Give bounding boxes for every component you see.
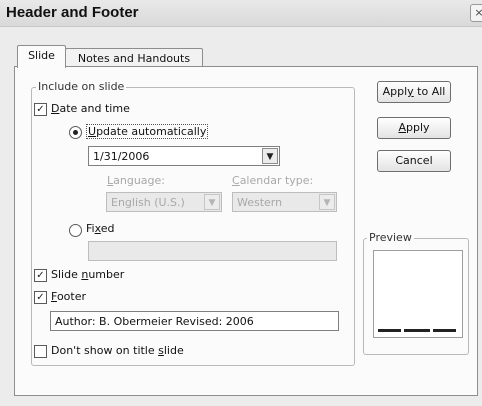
header-footer-dialog: Header and Footer × Slide Notes and Hand… bbox=[0, 0, 482, 406]
dont-show-on-title-slide-label: Don't show on title slide bbox=[51, 344, 184, 357]
checkmark-icon: ✓ bbox=[36, 104, 45, 115]
chevron-down-icon[interactable]: ▼ bbox=[262, 148, 278, 164]
preview-legend: Preview bbox=[367, 231, 414, 244]
include-on-slide-legend: Include on slide bbox=[36, 80, 127, 93]
close-icon[interactable]: × bbox=[470, 4, 482, 22]
date-and-time-label: Date and time bbox=[51, 102, 130, 115]
cancel-button[interactable]: Cancel bbox=[377, 150, 451, 172]
language-label: Language: bbox=[107, 174, 166, 187]
preview-date-placeholder bbox=[378, 329, 401, 332]
title-bar: Header and Footer × bbox=[0, 0, 482, 27]
fixed-radio[interactable] bbox=[69, 224, 82, 237]
footer-text-input[interactable]: Author: B. Obermeier Revised: 2006 bbox=[50, 311, 339, 331]
update-automatically-label: Update automatically bbox=[86, 124, 209, 139]
dialog-title: Header and Footer bbox=[6, 4, 139, 21]
calendar-type-label: Calendar type: bbox=[232, 174, 314, 187]
language-value: English (U.S.) bbox=[111, 196, 185, 209]
checkmark-icon: ✓ bbox=[36, 292, 45, 303]
slide-number-label: Slide number bbox=[51, 268, 125, 281]
checkmark-icon: ✓ bbox=[36, 270, 45, 281]
date-value: 1/31/2006 bbox=[93, 150, 150, 163]
slide-number-checkbox[interactable]: ✓ bbox=[34, 269, 47, 282]
apply-button[interactable]: Apply bbox=[377, 117, 451, 139]
fixed-date-input[interactable] bbox=[88, 241, 337, 261]
tab-notes-and-handouts[interactable]: Notes and Handouts bbox=[65, 48, 203, 68]
date-format-select[interactable]: 1/31/2006 bbox=[88, 146, 280, 166]
tab-slide[interactable]: Slide bbox=[17, 45, 66, 68]
footer-label: Footer bbox=[51, 290, 87, 303]
footer-checkbox[interactable]: ✓ bbox=[34, 291, 47, 304]
calendar-type-value: Western bbox=[237, 196, 283, 209]
slide-tab-panel: Include on slide ✓ Date and time Update … bbox=[14, 66, 478, 396]
preview-footer-placeholder bbox=[404, 329, 430, 332]
slide-preview bbox=[373, 250, 463, 338]
dont-show-on-title-slide-checkbox[interactable] bbox=[34, 345, 47, 358]
apply-to-all-button[interactable]: Apply to All bbox=[377, 81, 451, 103]
update-automatically-radio[interactable] bbox=[69, 126, 82, 139]
preview-number-placeholder bbox=[433, 329, 456, 332]
chevron-down-icon[interactable]: ▼ bbox=[204, 194, 220, 210]
date-and-time-checkbox[interactable]: ✓ bbox=[34, 103, 47, 116]
fixed-label: Fixed bbox=[86, 222, 115, 235]
chevron-down-icon[interactable]: ▼ bbox=[319, 194, 335, 210]
